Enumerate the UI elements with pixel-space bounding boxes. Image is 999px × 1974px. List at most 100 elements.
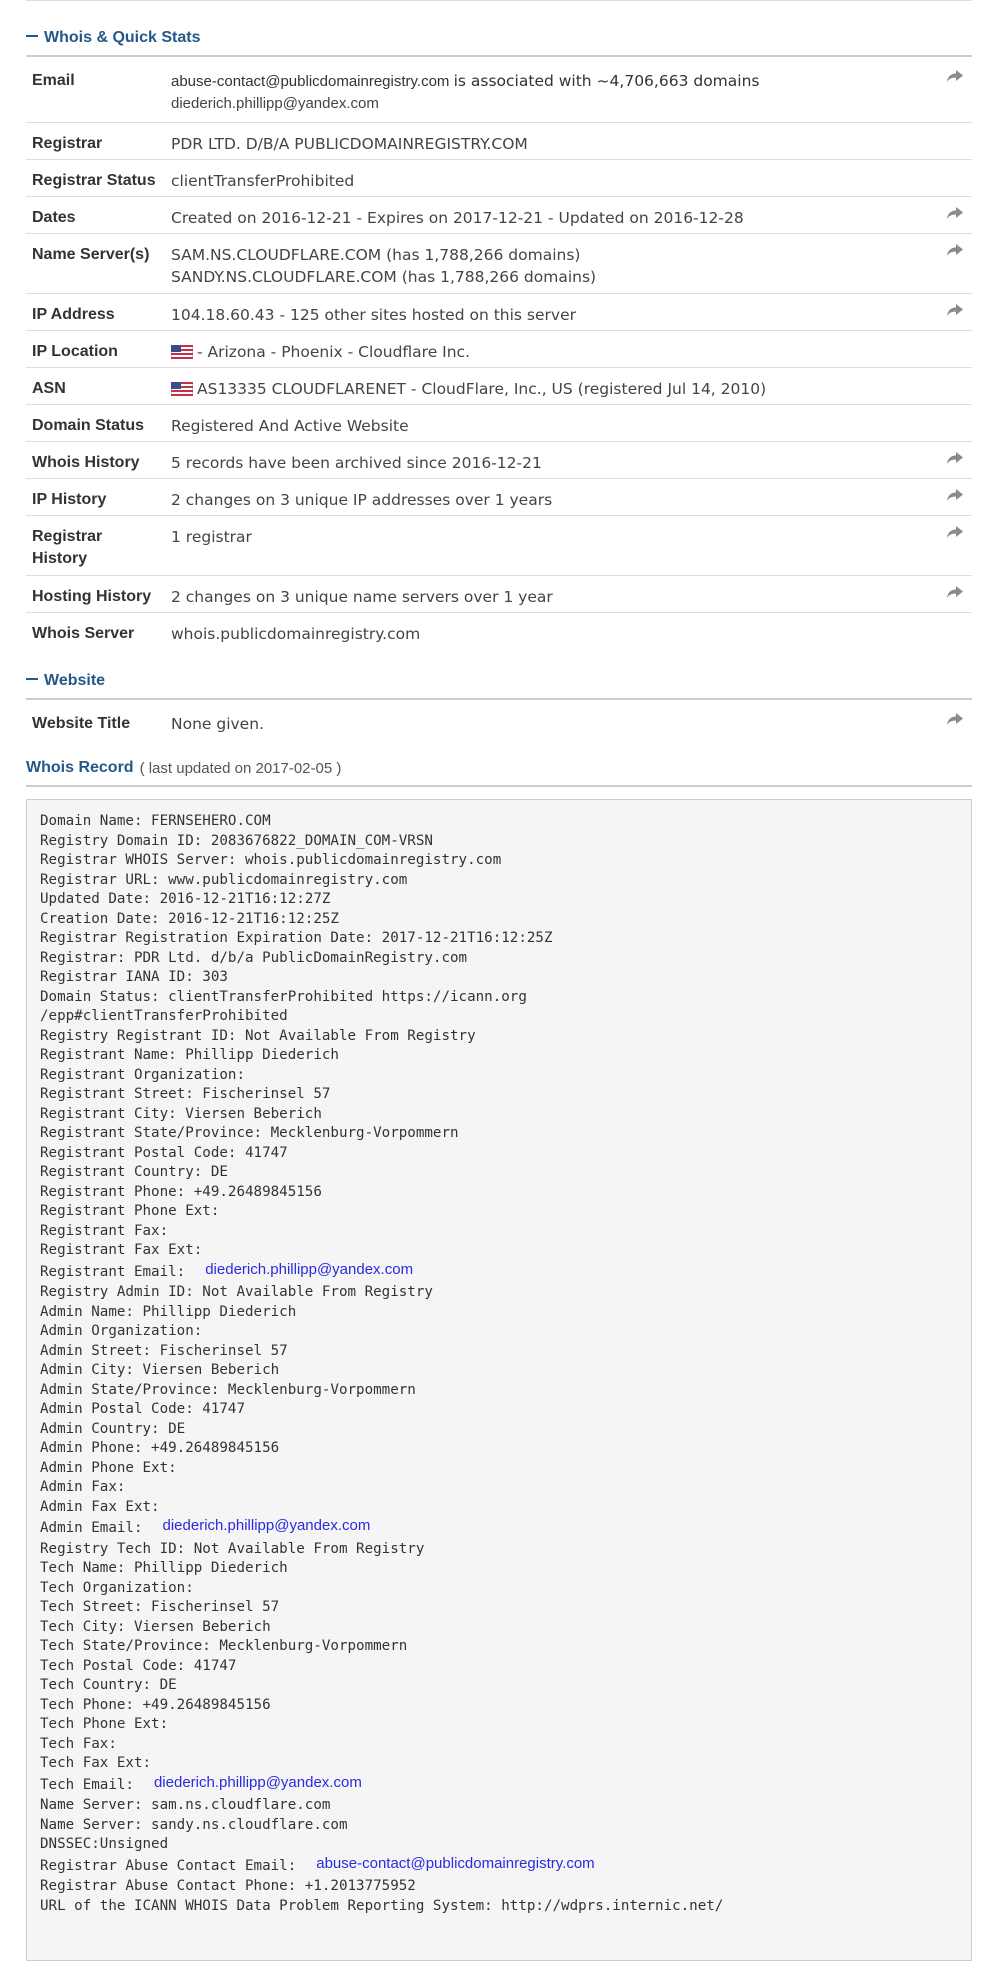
- ip-location-label: IP Location: [26, 330, 171, 368]
- record-line: Registrant Street: Fischerinsel 57: [40, 1085, 958, 1105]
- record-line: Tech Name: Phillipp Diederich: [40, 1559, 958, 1579]
- share-arrow-icon[interactable]: [946, 712, 964, 726]
- record-line: Name Server: sam.ns.cloudflare.com: [40, 1796, 958, 1816]
- record-line-text: Registrant Name: Phillipp Diederich: [40, 1047, 339, 1063]
- share-arrow-icon[interactable]: [946, 243, 964, 257]
- record-line-text: Registry Admin ID: Not Available From Re…: [40, 1284, 433, 1300]
- dates-label: Dates: [26, 196, 171, 234]
- record-line-text: Tech Fax Ext:: [40, 1755, 152, 1771]
- ip-history-value: 2 changes on 3 unique IP addresses over …: [171, 478, 932, 516]
- record-line: Admin City: Viersen Beberich: [40, 1361, 958, 1381]
- registrar-status-label: Registrar Status: [26, 159, 171, 197]
- record-line: Registrant Country: DE: [40, 1163, 958, 1183]
- record-line-text: Admin Country: DE: [40, 1420, 186, 1437]
- record-email-link[interactable]: diederich.phillipp@yandex.com: [163, 1517, 371, 1534]
- record-line-text: Registrar Abuse Contact Phone: +1.201377…: [40, 1878, 416, 1894]
- share-arrow-icon[interactable]: [946, 585, 964, 599]
- email-label: Email: [26, 60, 171, 123]
- record-line: Registrar Abuse Contact Email: abuse-cont…: [40, 1855, 958, 1878]
- record-line-text: Admin Street: Fischerinsel 57: [40, 1342, 288, 1359]
- record-line-text: Registrant Email:: [40, 1263, 186, 1280]
- share-arrow-icon[interactable]: [946, 303, 964, 317]
- record-line: Registry Domain ID: 2083676822_DOMAIN_CO…: [40, 832, 958, 852]
- stats-row-website-title: Website Title None given.: [26, 703, 972, 740]
- record-line-text: Tech Country: DE: [40, 1677, 177, 1693]
- share-arrow-icon[interactable]: [946, 525, 964, 539]
- record-line-text: Registrar WHOIS Server: whois.publicdoma…: [40, 852, 502, 868]
- whois-section-header[interactable]: Whois & Quick Stats: [26, 29, 972, 57]
- record-line: Registrant Postal Code: 41747: [40, 1144, 958, 1164]
- registrar-history-label-1: Registrar: [32, 527, 103, 545]
- registrar-status-value: clientTransferProhibited: [171, 159, 932, 197]
- record-email-link[interactable]: diederich.phillipp@yandex.com: [205, 1261, 413, 1278]
- us-flag-icon: [171, 382, 193, 396]
- record-line-text: URL of the ICANN WHOIS Data Problem Repo…: [40, 1897, 724, 1914]
- hosting-history-value: 2 changes on 3 unique name servers over …: [171, 575, 932, 613]
- stats-row-ip-location: IP Location - Arizona - Phoenix - Cloudf…: [26, 330, 972, 368]
- share-arrow-icon[interactable]: [946, 488, 964, 502]
- record-line-text: Tech Phone Ext:: [40, 1716, 169, 1732]
- record-line-text: Registry Registrant ID: Not Available Fr…: [40, 1027, 476, 1044]
- whois-server-value: whois.publicdomainregistry.com: [171, 624, 421, 643]
- record-email-link[interactable]: diederich.phillipp@yandex.com: [154, 1774, 362, 1791]
- record-line: Tech Postal Code: 41747: [40, 1657, 958, 1677]
- record-line: Tech Fax:: [40, 1735, 958, 1755]
- record-line-text: Admin Phone: +49.26489845156: [40, 1440, 280, 1456]
- record-line: Tech Country: DE: [40, 1676, 958, 1696]
- record-line: Admin Name: Phillipp Diederich: [40, 1303, 958, 1323]
- website-table: Website Title None given.: [26, 703, 972, 740]
- record-line-text: Tech Phone: +49.26489845156: [40, 1696, 271, 1713]
- whois-history-value: 5 records have been archived since 2016-…: [171, 441, 932, 479]
- share-arrow-icon[interactable]: [946, 451, 964, 465]
- ip-history-label: IP History: [26, 478, 171, 516]
- stats-row-asn: ASN AS13335 CLOUDFLARENET - CloudFlare, …: [26, 367, 972, 405]
- record-line: Registrant City: Viersen Beberich: [40, 1105, 958, 1125]
- record-line-text: Registry Tech ID: Not Available From Reg…: [40, 1540, 425, 1557]
- website-section-header[interactable]: Website: [26, 672, 972, 700]
- record-line-text: Tech Name: Phillipp Diederich: [40, 1560, 288, 1576]
- record-line-text: Admin Name: Phillipp Diederich: [40, 1303, 297, 1320]
- quick-stats-table: Email abuse-contact@publicdomainregistry…: [26, 60, 972, 649]
- record-email-link[interactable]: abuse-contact@publicdomainregistry.com: [316, 1855, 594, 1872]
- record-line-text: DNSSEC:Unsigned: [40, 1836, 169, 1852]
- collapse-icon: [26, 678, 38, 680]
- record-line: Domain Status: clientTransferProhibited …: [40, 988, 958, 1008]
- record-line: Updated Date: 2016-12-21T16:12:27Z: [40, 890, 958, 910]
- record-line-text: Registrant State/Province: Mecklenburg-V…: [40, 1125, 459, 1141]
- stats-row-registrar: Registrar PDR LTD. D/B/A PUBLICDOMAINREG…: [26, 122, 972, 160]
- stats-row-ip-address: IP Address 104.18.60.43 - 125 other site…: [26, 293, 972, 331]
- record-line-text: Name Server: sandy.ns.cloudflare.com: [40, 1816, 348, 1833]
- stats-row-whois-server: Whois Server whois.publicdomainregistry.…: [26, 612, 972, 649]
- record-line: URL of the ICANN WHOIS Data Problem Repo…: [40, 1897, 958, 1917]
- ip-address-value: 104.18.60.43 - 125 other sites hosted on…: [171, 293, 932, 331]
- record-line: Admin Email: diederich.phillipp@yandex.co…: [40, 1517, 958, 1540]
- record-line-text: Admin State/Province: Mecklenburg-Vorpom…: [40, 1381, 416, 1398]
- email-address-secondary: diederich.phillipp@yandex.com: [171, 95, 379, 112]
- record-line-text: Admin Fax:: [40, 1479, 126, 1495]
- record-line: Name Server: sandy.ns.cloudflare.com: [40, 1816, 958, 1836]
- domain-status-label: Domain Status: [26, 404, 171, 442]
- record-line: Tech Fax Ext:: [40, 1754, 958, 1774]
- record-line: Creation Date: 2016-12-21T16:12:25Z: [40, 910, 958, 930]
- record-line-text: Tech Email:: [40, 1776, 134, 1793]
- stats-row-ip-history: IP History 2 changes on 3 unique IP addr…: [26, 478, 972, 516]
- record-line-text: Domain Status: clientTransferProhibited …: [40, 988, 527, 1005]
- record-line-text: Admin Phone Ext:: [40, 1459, 177, 1476]
- hosting-history-label: Hosting History: [26, 575, 171, 613]
- record-line: Registrar Abuse Contact Phone: +1.201377…: [40, 1877, 958, 1897]
- record-line-text: Registrar Abuse Contact Email:: [40, 1857, 297, 1874]
- record-line-text: Registrar: PDR Ltd. d/b/a PublicDomainRe…: [40, 949, 468, 966]
- record-line-text: Registrar URL: www.publicdomainregistry.…: [40, 871, 408, 888]
- share-arrow-icon[interactable]: [946, 69, 964, 83]
- email-address: abuse-contact@publicdomainregistry.com: [171, 73, 450, 90]
- whois-record-text: Domain Name: FERNSEHERO.COM Registry Doma…: [26, 799, 972, 1961]
- record-line: Tech Email: diederich.phillipp@yandex.com: [40, 1774, 958, 1797]
- share-arrow-icon[interactable]: [946, 206, 964, 220]
- website-title-value: None given.: [171, 715, 264, 733]
- record-line-text: Admin Organization:: [40, 1323, 203, 1339]
- registrar-history-value: 1 registrar: [171, 515, 932, 576]
- record-line-text: Registrant Fax Ext:: [40, 1242, 203, 1258]
- record-line-text: Tech Fax:: [40, 1735, 117, 1752]
- record-line: Admin Organization:: [40, 1322, 958, 1342]
- record-line: Registrant State/Province: Mecklenburg-V…: [40, 1124, 958, 1144]
